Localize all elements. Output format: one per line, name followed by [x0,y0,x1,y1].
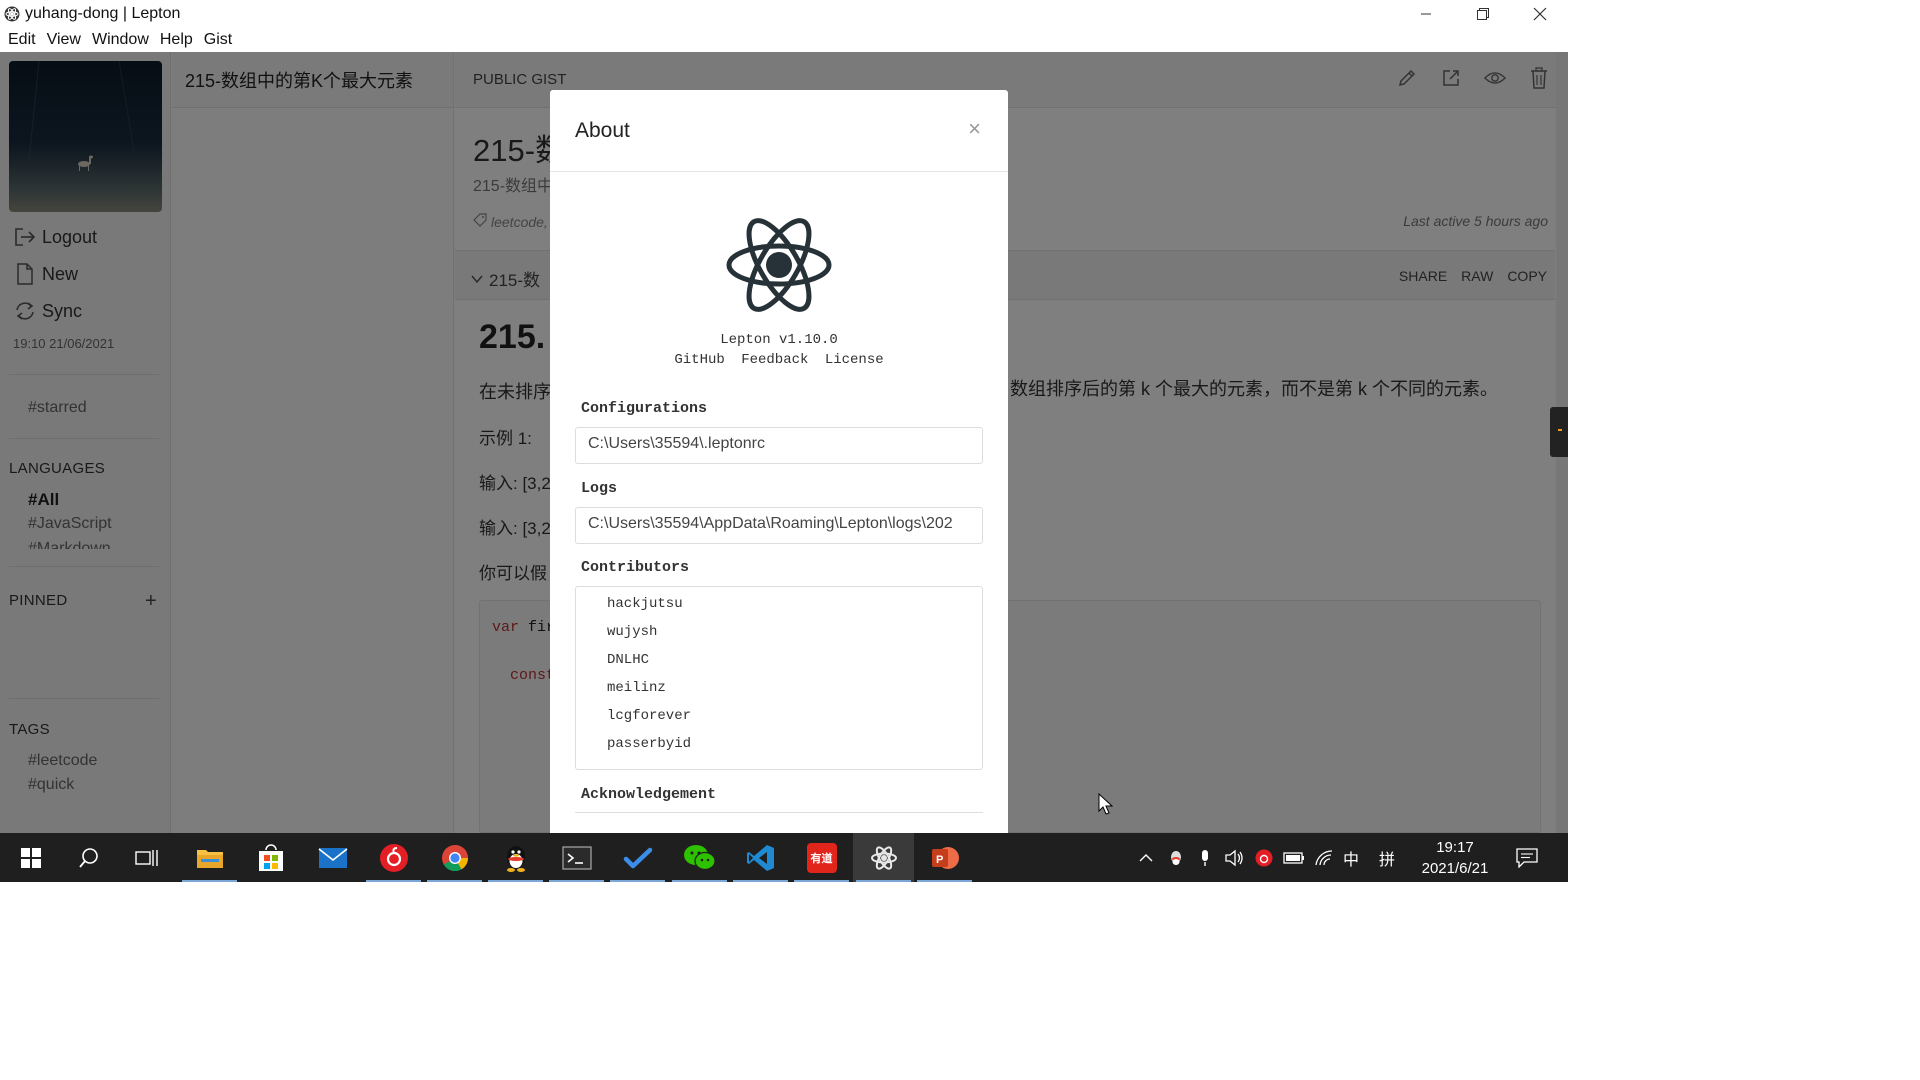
file-explorer-icon[interactable] [179,833,240,882]
powerpoint-icon[interactable]: P [914,833,975,882]
battery-icon[interactable] [1282,833,1306,882]
lepton-icon[interactable] [853,833,914,882]
menu-bar: Edit View Window Help Gist [0,28,1568,52]
config-path-field[interactable]: C:\Users\35594\.leptonrc [575,427,983,464]
contributor-item: wujysh [607,624,658,640]
microphone-icon[interactable] [1195,833,1215,882]
license-link[interactable]: License [825,352,884,368]
contributors-list: hackjutsu wujysh DNLHC meilinz lcgforeve… [575,586,983,770]
scrollbar-thumb[interactable] [1550,407,1568,457]
acknowledgement-divider [575,812,983,813]
wechat-icon[interactable] [669,833,730,882]
window-title: yuhang-dong | Lepton [25,5,181,22]
ime-mode[interactable]: 拼 [1374,833,1400,882]
youdao-icon[interactable]: 有道 [791,833,852,882]
terminal-icon[interactable] [546,833,607,882]
wifi-icon[interactable] [1312,833,1336,882]
tray-overflow-icon[interactable] [1136,833,1156,882]
restore-button[interactable] [1454,0,1511,28]
about-dialog-header: About × [550,90,1008,172]
taskbar-clock[interactable]: 19:17 2021/6/21 [1408,837,1502,879]
contributor-item: passerbyid [607,736,692,752]
chrome-icon[interactable] [424,833,485,882]
svg-text:P: P [936,854,943,866]
ime-language[interactable]: 中 [1340,833,1362,882]
contributor-item: lcgforever [607,708,692,724]
scroll-marker [1558,429,1562,431]
clock-time: 19:17 [1436,839,1474,856]
mouse-cursor-icon [1098,792,1114,822]
lepton-logo-icon [724,210,834,325]
todo-icon[interactable] [607,833,668,882]
notification-icon[interactable] [1512,833,1542,882]
start-icon[interactable] [0,833,61,882]
feedback-link[interactable]: Feedback [741,352,808,368]
contributor-item: meilinz [607,680,666,696]
github-link[interactable]: GitHub [674,352,724,368]
close-icon[interactable]: × [968,116,981,142]
logs-path-field[interactable]: C:\Users\35594\AppData\Roaming\Lepton\lo… [575,507,983,544]
about-links: GitHub Feedback License [550,352,1008,368]
about-dialog: About × Lepton v1.10.0 GitHub Feedback L… [550,90,1008,833]
search-icon[interactable] [58,833,119,882]
title-bar: yuhang-dong | Lepton [0,0,1568,28]
configurations-label: Configurations [581,400,708,417]
qq-icon[interactable] [485,833,546,882]
mail-icon[interactable] [302,833,363,882]
taskbar: 有道 P 中 拼 19:17 2021/6/21 [0,833,1568,882]
contributors-label: Contributors [581,559,690,576]
qq-tray-icon[interactable] [1165,833,1187,882]
version-label: Lepton v1.10.0 [720,332,838,348]
menu-gist[interactable]: Gist [204,31,232,49]
acknowledgement-label: Acknowledgement [581,786,717,803]
store-icon[interactable] [240,833,301,882]
logs-label: Logs [581,480,618,497]
menu-edit[interactable]: Edit [8,31,36,49]
task-view-icon[interactable] [116,833,177,882]
lepton-app-icon [3,5,21,23]
contributor-item: hackjutsu [607,596,683,612]
close-button[interactable] [1511,0,1568,28]
minimize-button[interactable] [1397,0,1454,28]
netease-music-icon[interactable] [363,833,424,882]
menu-view[interactable]: View [47,31,81,49]
netease-tray-icon[interactable] [1253,833,1275,882]
volume-icon[interactable] [1222,833,1246,882]
vscode-icon[interactable] [730,833,791,882]
contributor-item: DNLHC [607,652,650,668]
clock-date: 2021/6/21 [1421,860,1489,877]
about-title: About [575,119,630,142]
menu-help[interactable]: Help [160,31,193,49]
menu-window[interactable]: Window [92,31,149,49]
